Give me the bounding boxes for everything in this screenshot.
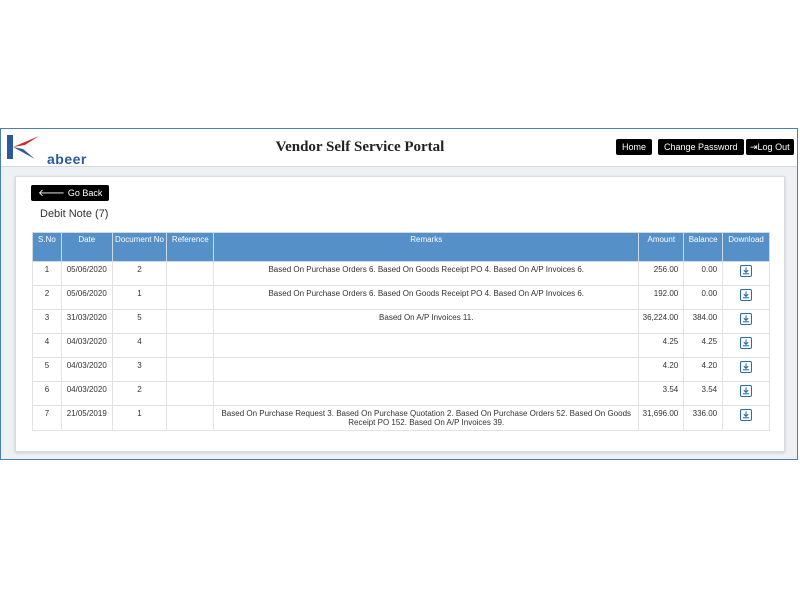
cell-reference [166, 357, 215, 382]
download-icon[interactable] [740, 289, 753, 301]
cell-remarks: Based On A/P Invoices 11. [213, 309, 640, 334]
cell-balance: 4.25 [683, 333, 724, 358]
cell-sno: 3 [32, 309, 62, 334]
table-row: 1 05/06/2020 2 Based On Purchase Orders 6. … [32, 261, 770, 286]
download-icon[interactable] [740, 361, 753, 373]
cell-date: 31/03/2020 [60, 309, 113, 334]
cell-amount: 192.00 [638, 285, 685, 310]
top-header: abeer Vendor Self Service Portal Home Ch… [1, 129, 797, 167]
cell-download [722, 357, 770, 382]
cell-amount: 31,696.00 [638, 405, 685, 431]
content-card: 🡐 Go Back Debit Note (7) S.No Date Docume… [15, 176, 785, 452]
cell-document-no: 3 [111, 357, 168, 382]
table-row: 6 04/03/2020 2 3.54 3.54 [32, 381, 770, 406]
cell-balance: 0.00 [683, 261, 724, 286]
logout-button[interactable]: ⇥Log Out [746, 139, 794, 155]
cell-document-no: 4 [111, 333, 168, 358]
cell-download [722, 333, 770, 358]
cell-reference [166, 261, 215, 286]
download-icon[interactable] [740, 337, 753, 349]
cell-amount: 3.54 [638, 381, 685, 406]
col-document-no: Document No [111, 232, 168, 262]
sign-out-icon: ⇥ [750, 142, 758, 152]
logout-label: Log Out [757, 142, 790, 152]
cell-sno: 4 [32, 333, 62, 358]
col-reference: Reference [166, 232, 215, 262]
cell-remarks [213, 381, 640, 406]
app-frame: abeer Vendor Self Service Portal Home Ch… [0, 128, 798, 460]
section-title: Debit Note (7) [40, 208, 109, 220]
cell-balance: 336.00 [683, 405, 724, 431]
cell-remarks [213, 357, 640, 382]
debit-note-table: S.No Date Document No Reference Remarks … [32, 232, 770, 431]
col-amount: Amount [638, 232, 685, 262]
col-date: Date [60, 232, 113, 262]
cell-document-no: 1 [111, 285, 168, 310]
cell-download [722, 309, 770, 334]
table-header-row: S.No Date Document No Reference Remarks … [32, 232, 770, 262]
cell-date: 04/03/2020 [60, 333, 113, 358]
col-balance: Balance [683, 232, 724, 262]
cell-sno: 6 [32, 381, 62, 406]
table-row: 4 04/03/2020 4 4.25 4.25 [32, 333, 770, 358]
arrow-left-icon: 🡐 [38, 188, 65, 199]
cell-download [722, 405, 770, 431]
cell-date: 04/03/2020 [60, 357, 113, 382]
cell-document-no: 5 [111, 309, 168, 334]
cell-amount: 36,224.00 [638, 309, 685, 334]
cell-download [722, 381, 770, 406]
download-icon[interactable] [740, 313, 753, 325]
cell-sno: 5 [32, 357, 62, 382]
go-back-button[interactable]: 🡐 Go Back [31, 185, 110, 201]
table-row: 5 04/03/2020 3 4.20 4.20 [32, 357, 770, 382]
cell-reference [166, 285, 215, 310]
cell-remarks [213, 333, 640, 358]
cell-reference [166, 309, 215, 334]
home-button[interactable]: Home [616, 139, 653, 155]
cell-remarks: Based On Purchase Orders 6. Based On Goo… [213, 261, 640, 286]
col-download: Download [722, 232, 770, 262]
change-password-button[interactable]: Change Password [658, 139, 744, 155]
cell-amount: 4.20 [638, 357, 685, 382]
table-row: 7 21/05/2019 1 Based On Purchase Request 3.… [32, 405, 770, 431]
cell-balance: 3.54 [683, 381, 724, 406]
cell-amount: 256.00 [638, 261, 685, 286]
table-row: 3 31/03/2020 5 Based On A/P Invoices 11. 36,… [32, 309, 770, 334]
col-sno: S.No [32, 232, 62, 262]
cell-sno: 1 [32, 261, 62, 286]
table-body: 1 05/06/2020 2 Based On Purchase Orders 6. … [32, 261, 770, 431]
cell-date: 04/03/2020 [60, 381, 113, 406]
cell-document-no: 2 [111, 381, 168, 406]
download-icon[interactable] [740, 265, 753, 277]
cell-document-no: 2 [111, 261, 168, 286]
download-icon[interactable] [740, 385, 753, 397]
cell-download [722, 261, 770, 286]
go-back-label: Go Back [67, 188, 103, 198]
cell-remarks: Based On Purchase Request 3. Based On Pu… [213, 405, 640, 431]
cell-sno: 2 [32, 285, 62, 310]
cell-date: 21/05/2019 [60, 405, 113, 431]
col-remarks: Remarks [213, 232, 640, 262]
cell-balance: 0.00 [683, 285, 724, 310]
cell-download [722, 285, 770, 310]
cell-sno: 7 [32, 405, 62, 431]
cell-balance: 384.00 [683, 309, 724, 334]
cell-document-no: 1 [111, 405, 168, 431]
cell-amount: 4.25 [638, 333, 685, 358]
cell-reference [166, 381, 215, 406]
portal-title: Vendor Self Service Portal [275, 139, 445, 155]
cell-date: 05/06/2020 [60, 285, 113, 310]
download-icon[interactable] [740, 409, 753, 421]
table-row: 2 05/06/2020 1 Based On Purchase Orders 6. … [32, 285, 770, 310]
cell-remarks: Based On Purchase Orders 6. Based On Goo… [213, 285, 640, 310]
cell-balance: 4.20 [683, 357, 724, 382]
cell-reference [166, 405, 215, 431]
cell-date: 05/06/2020 [60, 261, 113, 286]
cell-reference [166, 333, 215, 358]
